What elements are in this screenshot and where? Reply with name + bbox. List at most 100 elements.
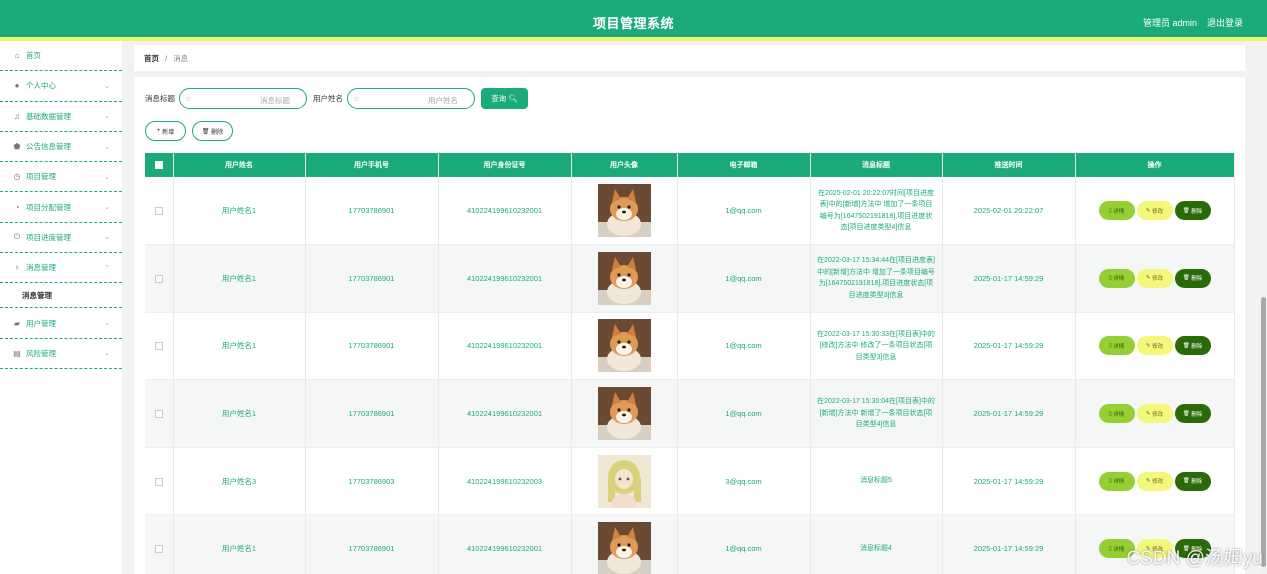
edit-button[interactable]: ✎ 修改 — [1136, 201, 1173, 221]
table-header-row: 用户姓名 用户手机号 用户身份证号 用户头像 电子邮箱 消息标题 推送时间 操作 — [145, 153, 1235, 177]
delete-button[interactable]: 🗑︎ 删除 — [1174, 404, 1211, 424]
query-button[interactable]: 查询 🔍︎ — [481, 88, 528, 109]
shiba-dog-avatar — [597, 319, 651, 373]
user-name-cell: 用户姓名1 — [173, 514, 306, 574]
sidebar-item-label: 首页 — [26, 51, 41, 61]
delete-button-label: 删除 — [211, 129, 224, 136]
message-title-text: 消息标题5 — [860, 477, 892, 485]
page-scrollbar[interactable] — [1260, 297, 1267, 574]
detail-button[interactable]: ▯ 详情 — [1098, 268, 1135, 288]
row-checkbox[interactable] — [154, 207, 163, 216]
avatar-cell — [571, 312, 678, 381]
push-time-cell: 2025-01-17 14:59:29 — [942, 514, 1076, 574]
row-select-cell[interactable] — [145, 447, 174, 516]
shiba-dog-avatar — [597, 251, 651, 305]
table-row[interactable]: 用户姓名1 17703786901 410224199610232001 1@qq.c… — [145, 177, 1235, 246]
scrollbar-thumb[interactable] — [1261, 297, 1266, 567]
row-checkbox[interactable] — [154, 410, 163, 419]
row-checkbox[interactable] — [154, 342, 163, 351]
row-checkbox[interactable] — [154, 477, 163, 486]
table-row[interactable]: 用户姓名1 17703786901 410224199610232001 1@qq.c… — [145, 244, 1235, 313]
app-title: 项目管理系统 — [592, 16, 674, 31]
sidebar-item-message[interactable]: ♀ 消息管理 ⌃ — [0, 253, 122, 284]
edit-icon: ✎ — [1145, 478, 1151, 485]
name-search-input[interactable]: ○ 用户姓名 — [347, 88, 475, 109]
table-row[interactable]: 用户姓名1 17703786901 410224199610232001 1@qq.c… — [145, 312, 1235, 381]
edit-button[interactable]: ✎ 修改 — [1136, 404, 1173, 424]
message-title-text: 消息标题4 — [860, 545, 892, 553]
id-card-cell: 410224199610232001 — [438, 244, 572, 313]
sidebar-item-assignment[interactable]: ◔ 项目分配管理 ⌄ — [0, 192, 122, 223]
sidebar-item-project[interactable]: ◷ 项目管理 ⌄ — [0, 162, 122, 193]
column-header: 消息标题 — [810, 153, 943, 177]
sidebar-item-progress[interactable]: ⏻ 项目进度管理 ⌄ — [0, 223, 122, 254]
detail-button[interactable]: ▯ 详情 — [1098, 336, 1135, 356]
row-select-cell[interactable] — [145, 244, 174, 313]
sidebar-item-label: 公告信息管理 — [26, 142, 71, 152]
detail-icon: ▯ — [1108, 410, 1112, 417]
push-time-cell: 2025-01-17 14:59:29 — [942, 447, 1076, 516]
operations-cell: ▯ 详情 ✎ 修改 🗑︎ 删除 — [1075, 312, 1235, 381]
edit-button[interactable]: ✎ 修改 — [1136, 336, 1173, 356]
detail-icon: ▯ — [1108, 545, 1112, 552]
trash-icon: 🗑︎ — [1182, 410, 1190, 417]
detail-icon: ▯ — [1108, 478, 1112, 485]
sidebar-item-home[interactable]: ⌂ 首页 — [0, 41, 122, 72]
edit-button-label: 修改 — [1152, 479, 1164, 486]
sidebar-item-risk[interactable]: ▤ 风险管理 ⌄ — [0, 339, 122, 369]
batch-delete-button[interactable]: 🗑︎ 删除 — [192, 121, 233, 141]
edit-button[interactable]: ✎ 修改 — [1136, 268, 1173, 288]
select-all-checkbox[interactable] — [154, 161, 163, 169]
detail-button[interactable]: ▯ 详情 — [1098, 201, 1135, 221]
table-row[interactable]: 用户姓名3 17703786903 410224199610232003 3@qq.c… — [145, 447, 1235, 516]
select-all-cell[interactable] — [145, 153, 174, 177]
sidebar-item-label: 风险管理 — [26, 348, 56, 358]
detail-icon: ▯ — [1108, 275, 1112, 282]
row-checkbox[interactable] — [154, 545, 163, 554]
sidebar-item-users[interactable]: ▰ 用户管理 ⌄ — [0, 308, 122, 339]
logout-link[interactable]: 退出登录 — [1207, 16, 1243, 29]
clock-icon: ◷ — [13, 172, 21, 182]
email-cell: 1@qq.com — [677, 244, 811, 313]
delete-button[interactable]: 🗑︎ 删除 — [1174, 471, 1211, 491]
breadcrumb-home[interactable]: 首页 — [144, 53, 159, 64]
sidebar-item-notice[interactable]: ⬟ 公告信息管理 ⌄ — [0, 132, 122, 163]
id-card-cell: 410224199610232001 — [438, 177, 572, 246]
sidebar-item-profile[interactable]: ● 个人中心 ⌄ — [0, 71, 122, 102]
chevron-down-icon: ⌄ — [104, 173, 110, 181]
email-cell: 1@qq.com — [677, 312, 811, 381]
add-button-label: 新增 — [162, 129, 175, 136]
bell-icon: ♫ — [14, 111, 20, 121]
avatar-cell — [571, 244, 678, 313]
delete-button[interactable]: 🗑︎ 删除 — [1174, 336, 1211, 356]
row-select-cell[interactable] — [145, 514, 174, 574]
sidebar-item-base-data[interactable]: ♫ 基础数据管理 ⌄ — [0, 102, 122, 132]
search-icon: ○ — [186, 94, 191, 103]
edit-button[interactable]: ✎ 修改 — [1136, 471, 1173, 491]
column-header: 操作 — [1075, 153, 1235, 177]
detail-button[interactable]: ▯ 详情 — [1098, 471, 1135, 491]
avatar-cell — [571, 379, 678, 448]
title-search-input[interactable]: ○ 消息标题 — [179, 88, 307, 109]
table-row[interactable]: 用户姓名1 17703786901 410224199610232001 1@qq.c… — [145, 379, 1235, 448]
name-search-placeholder: 用户姓名 — [428, 96, 458, 105]
table-row[interactable]: 用户姓名1 17703786901 410224199610232001 1@qq.c… — [145, 514, 1235, 574]
current-user: 管理员 admin — [1142, 18, 1197, 28]
row-checkbox[interactable] — [154, 274, 163, 283]
breadcrumb-current: 消息 — [173, 53, 189, 63]
delete-button[interactable]: 🗑︎ 删除 — [1174, 268, 1211, 288]
phone-cell: 17703786903 — [305, 447, 439, 516]
row-select-cell[interactable] — [145, 177, 174, 246]
add-button[interactable]: + 新增 — [145, 121, 186, 141]
pin-icon: ♀ — [14, 263, 20, 273]
top-bar: 项目管理系统 管理员 admin 退出登录 — [0, 0, 1267, 41]
message-title-cell: 在2022-03-17 15:34:44在[项目进度表]中的[新增]方法中 增加… — [810, 244, 943, 313]
message-title-text: 在2022-03-17 15:34:44在[项目进度表]中的[新增]方法中 增加… — [817, 257, 935, 299]
row-select-cell[interactable] — [145, 379, 174, 448]
detail-button[interactable]: ▯ 详情 — [1098, 404, 1135, 424]
phone-cell: 17703786901 — [305, 177, 439, 246]
submenu-item-message[interactable]: 消息管理 — [0, 283, 122, 309]
delete-button[interactable]: 🗑︎ 删除 — [1174, 201, 1211, 221]
row-select-cell[interactable] — [145, 312, 174, 381]
detail-icon: ▯ — [1108, 207, 1112, 214]
